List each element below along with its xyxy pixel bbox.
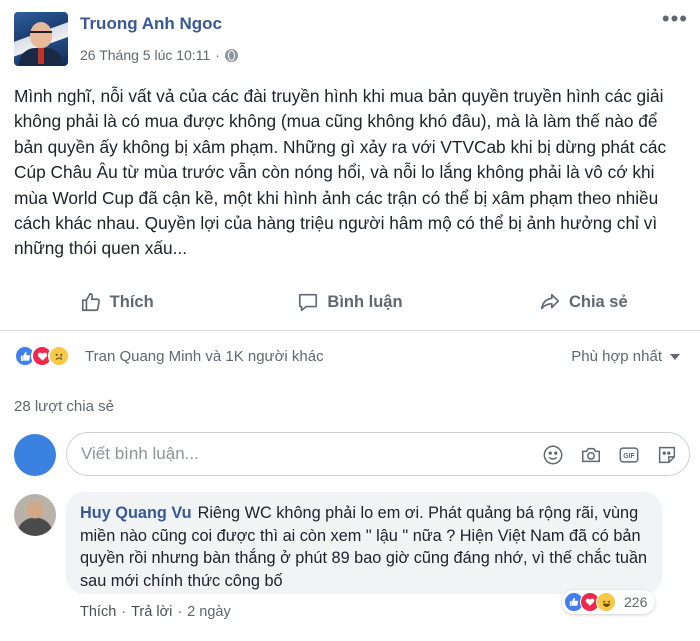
reactions-summary: Tran Quang Minh và 1K người khác Phù hợp… [0,332,700,384]
thumbs-up-icon [81,292,100,312]
reactions-summary-text[interactable]: Tran Quang Minh và 1K người khác [85,348,324,365]
sort-label: Phù hợp nhất [571,348,662,365]
viewer-avatar [14,434,56,476]
comment-input[interactable] [81,433,501,475]
comment-reply-link[interactable]: Trả lời [131,604,172,620]
sticker-icon[interactable] [655,443,679,467]
reaction-icons[interactable] [14,345,70,367]
gif-icon[interactable]: GIF [617,443,641,467]
speech-bubble-icon [299,293,318,312]
emoji-icon[interactable] [541,443,565,467]
camera-icon[interactable] [579,443,603,467]
globe-icon[interactable] [224,48,238,62]
like-label: Thích [109,292,154,311]
commenter-avatar[interactable] [14,494,56,536]
comment-like-link[interactable]: Thích [80,604,116,620]
author-name[interactable]: Truong Anh Ngoc [80,14,222,34]
haha-reaction-icon [596,592,616,612]
share-arrow-icon [540,293,560,310]
comment-input-box[interactable]: GIF [66,432,690,476]
more-options-button[interactable]: ••• [662,8,688,30]
separator: · [177,604,183,620]
caret-down-icon [670,353,680,360]
share-button[interactable]: Chia sẻ [467,276,700,328]
facebook-post: Truong Anh Ngoc 26 Tháng 5 lúc 10:11 · •… [0,0,700,641]
post-actions: Thích Bình luận Chia sẻ [0,276,700,328]
composer-tools: GIF [527,443,679,467]
separator: · [121,604,127,620]
commenter-name[interactable]: Huy Quang Vu [80,504,192,522]
post-timestamp[interactable]: 26 Tháng 5 lúc 10:11 [80,47,210,63]
comment-sort-dropdown[interactable]: Phù hợp nhất [571,348,680,365]
share-label: Chia sẻ [568,292,628,311]
svg-text:GIF: GIF [623,453,634,460]
comment-composer: GIF [14,432,690,476]
post-meta: 26 Tháng 5 lúc 10:11 · [80,47,238,63]
like-button[interactable]: Thích [0,276,233,328]
author-avatar[interactable] [14,12,68,66]
comment-reactions[interactable]: 226 [562,590,656,614]
comment-bubble: Huy Quang Vu Riêng WC không phải lo em ơi… [66,492,662,594]
comment-button[interactable]: Bình luận [233,276,466,328]
section-divider [0,330,700,331]
meta-separator: · [215,47,220,63]
comment-age[interactable]: 2 ngày [187,604,231,620]
post-text: Mình nghĩ, nỗi vất vả của các đài truyền… [14,86,667,259]
comment-reaction-count: 226 [624,594,648,610]
comment-actions: Thích · Trả lời · 2 ngày [80,604,231,620]
sad-reaction-icon [48,345,70,367]
comment-label: Bình luận [327,292,403,311]
shares-count[interactable]: 28 lượt chia sẻ [14,398,114,415]
